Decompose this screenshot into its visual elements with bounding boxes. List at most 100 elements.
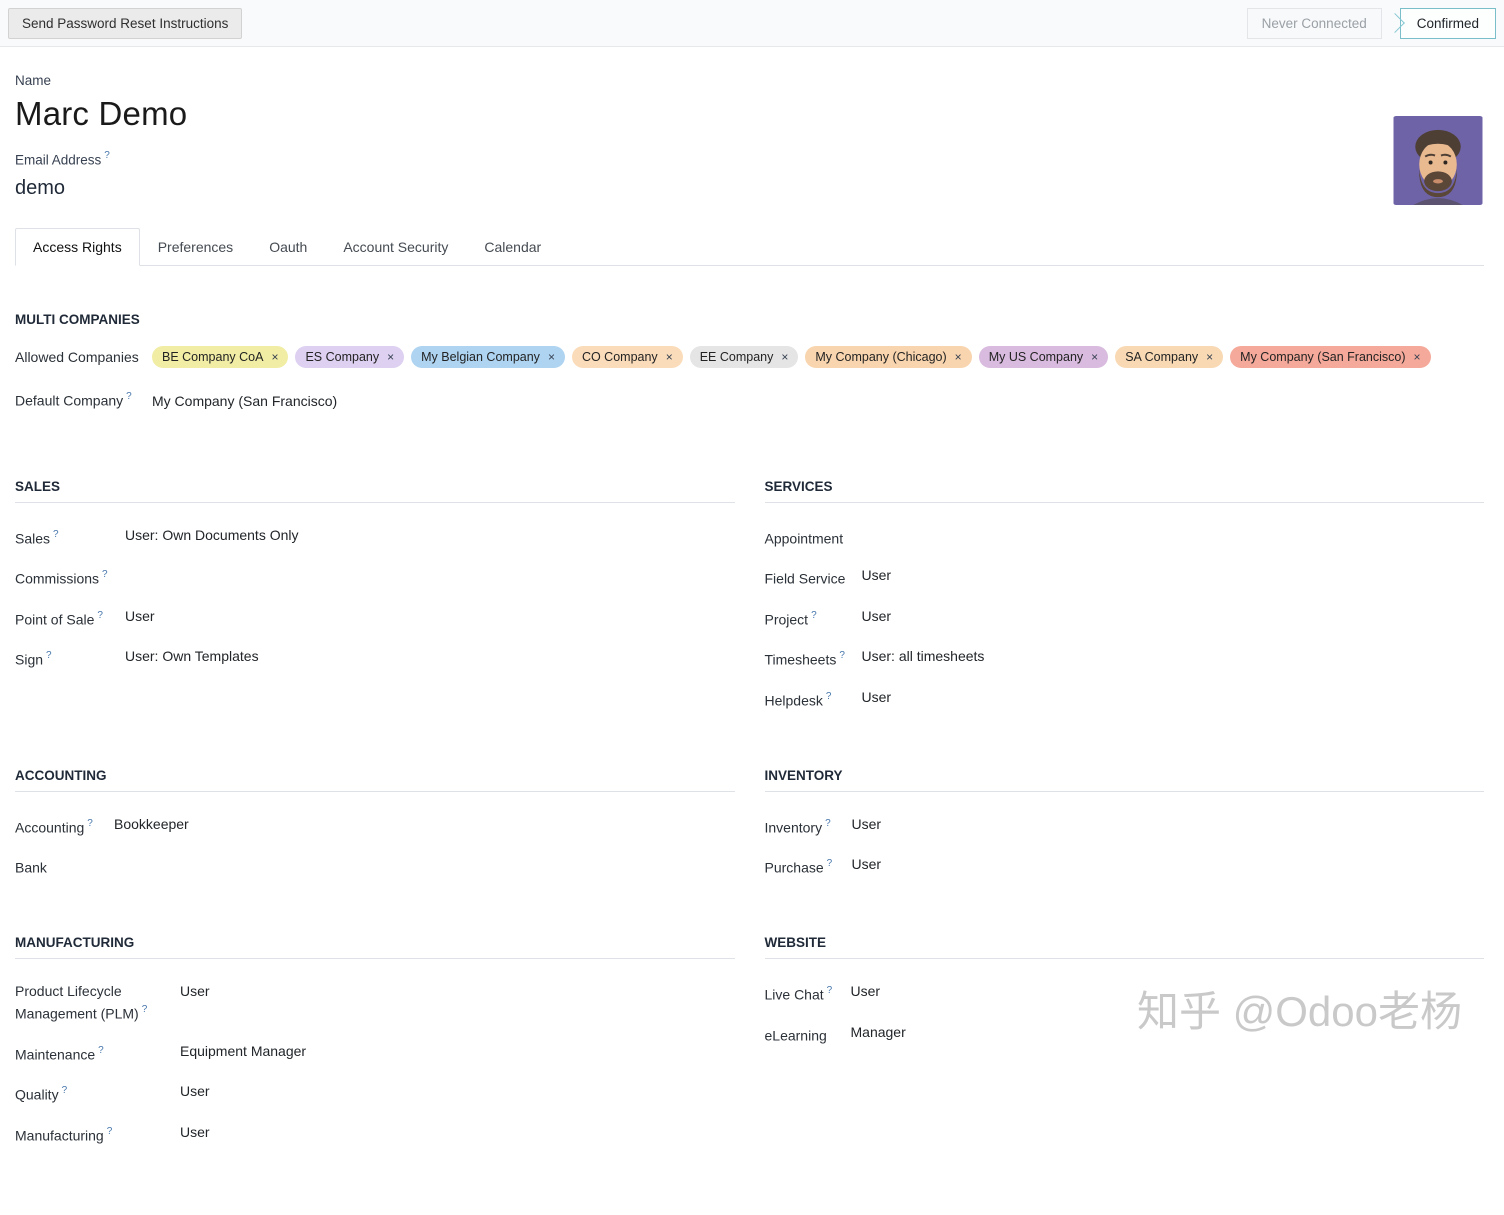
help-icon: ? <box>97 609 103 621</box>
company-tag[interactable]: My Company (Chicago) × <box>805 345 972 368</box>
services-section: SERVICES Appointment Field Service User … <box>764 478 1485 720</box>
manufacturing-section: MANUFACTURING Product Lifecycle Manageme… <box>15 935 735 1155</box>
section-divider <box>15 501 735 503</box>
tab-oauth[interactable]: Oauth <box>251 228 325 266</box>
field-row-project: Project? User <box>765 598 1485 639</box>
field-value[interactable]: User: Own Templates <box>125 647 735 666</box>
help-icon: ? <box>98 1044 104 1056</box>
field-value[interactable]: User <box>851 982 1485 1001</box>
field-value[interactable]: User: Own Documents Only <box>125 526 735 545</box>
company-tag-label: My Company (San Francisco) <box>1240 349 1406 364</box>
field-label: Accounting <box>15 819 85 836</box>
email-value[interactable]: demo <box>15 177 1484 200</box>
tab-calendar[interactable]: Calendar <box>466 228 559 266</box>
services-title: SERVICES <box>764 478 833 494</box>
field-label: Sales <box>15 530 51 547</box>
company-tag[interactable]: ES Company × <box>295 345 405 368</box>
status-confirmed[interactable]: Confirmed <box>1399 7 1496 39</box>
tag-remove-icon[interactable]: × <box>955 349 962 365</box>
name-label: Name <box>15 73 52 88</box>
field-value[interactable]: User: all timesheets <box>862 647 1485 666</box>
section-divider <box>764 501 1484 503</box>
field-label: Project <box>764 611 809 628</box>
field-row-commissions: Commissions? <box>15 557 735 598</box>
user-name[interactable]: Marc Demo <box>15 95 1484 133</box>
section-divider <box>15 790 735 792</box>
avatar[interactable] <box>1393 116 1483 205</box>
field-label: Quality <box>15 1087 59 1104</box>
email-help-icon: ? <box>104 150 110 161</box>
field-row-manufacturing: Manufacturing? User <box>15 1114 735 1155</box>
section-divider <box>764 958 1484 960</box>
help-icon: ? <box>106 1126 113 1138</box>
tag-remove-icon[interactable]: × <box>548 349 555 365</box>
help-icon: ? <box>46 650 52 662</box>
company-tag-label: My Company (Chicago) <box>815 349 947 364</box>
tag-remove-icon[interactable]: × <box>1414 349 1421 365</box>
status-never-connected[interactable]: Never Connected <box>1246 7 1382 39</box>
section-divider <box>764 790 1484 792</box>
field-label: Helpdesk <box>764 692 823 709</box>
field-value[interactable]: Equipment Manager <box>180 1042 735 1061</box>
tab-access-rights[interactable]: Access Rights <box>15 227 140 266</box>
tag-remove-icon[interactable]: × <box>1091 349 1098 365</box>
email-label-row: Email Address? <box>15 150 1484 168</box>
company-tag-label: EE Company <box>699 349 774 364</box>
field-row-plm: Product Lifecycle Management (PLM)? User <box>15 973 735 1033</box>
multi-companies-section: MULTI COMPANIES Allowed Companies BE Com… <box>15 312 1484 415</box>
section-divider <box>15 958 735 960</box>
website-section: WEBSITE Live Chat? User eLearning Manage… <box>764 935 1485 1155</box>
inventory-title: INVENTORY <box>764 767 843 783</box>
field-label: Product Lifecycle Management (PLM) <box>15 983 139 1022</box>
tag-remove-icon[interactable]: × <box>781 349 788 365</box>
help-icon: ? <box>87 817 93 829</box>
field-value[interactable]: User <box>862 688 1485 707</box>
company-tag[interactable]: My Company (San Francisco) × <box>1230 345 1431 368</box>
field-row-helpdesk: Helpdesk? User <box>765 679 1485 720</box>
allowed-companies-tags[interactable]: BE Company CoA × ES Company × My Belgian C… <box>152 345 1484 368</box>
send-password-reset-button[interactable]: Send Password Reset Instructions <box>8 7 243 39</box>
statusbar: Never Connected Confirmed <box>1246 7 1496 39</box>
tab-account-security[interactable]: Account Security <box>325 228 466 266</box>
field-label: Purchase <box>764 860 824 877</box>
field-label: Manufacturing <box>15 1127 104 1144</box>
tag-remove-icon[interactable]: × <box>1206 349 1213 365</box>
field-row-field-service: Field Service User <box>765 557 1485 598</box>
field-label: Point of Sale <box>15 611 95 628</box>
company-tag[interactable]: CO Company × <box>571 345 683 368</box>
manufacturing-title: MANUFACTURING <box>15 935 135 951</box>
field-value[interactable]: User <box>852 855 1485 874</box>
field-value[interactable]: User <box>852 815 1485 834</box>
field-label: Bank <box>15 860 47 877</box>
field-value[interactable]: User <box>862 566 1485 585</box>
default-company-value[interactable]: My Company (San Francisco) <box>152 393 1484 409</box>
field-value[interactable]: Bookkeeper <box>114 815 735 834</box>
sales-title: SALES <box>15 478 61 494</box>
accounting-title: ACCOUNTING <box>15 767 107 783</box>
field-value[interactable]: User <box>180 982 735 1001</box>
field-row-elearning: eLearning Manager <box>765 1014 1485 1055</box>
tab-preferences[interactable]: Preferences <box>140 228 251 266</box>
field-value[interactable]: User <box>862 607 1485 626</box>
help-icon: ? <box>839 650 845 662</box>
company-tag-label: SA Company <box>1125 349 1199 364</box>
notebook-tabs: Access Rights Preferences Oauth Account … <box>15 227 1484 266</box>
field-value[interactable]: User <box>180 1082 735 1101</box>
company-tag[interactable]: EE Company × <box>689 345 799 368</box>
field-value[interactable]: User <box>125 607 735 626</box>
help-icon: ? <box>826 985 833 997</box>
tag-remove-icon[interactable]: × <box>387 349 394 365</box>
field-value[interactable]: User <box>180 1123 735 1142</box>
tag-remove-icon[interactable]: × <box>271 349 278 365</box>
company-tag-label: My Belgian Company <box>421 349 540 364</box>
company-tag[interactable]: My US Company × <box>978 345 1109 368</box>
field-value[interactable]: Manager <box>851 1023 1485 1042</box>
tag-remove-icon[interactable]: × <box>666 349 673 365</box>
company-tag[interactable]: My Belgian Company × <box>411 345 565 368</box>
field-row-inventory: Inventory? User <box>765 806 1485 847</box>
company-tag[interactable]: SA Company × <box>1115 345 1224 368</box>
field-row-sales: Sales? User: Own Documents Only <box>15 517 735 558</box>
company-tag[interactable]: BE Company CoA × <box>152 345 289 368</box>
website-title: WEBSITE <box>764 935 827 951</box>
company-tag-label: CO Company <box>581 349 658 364</box>
